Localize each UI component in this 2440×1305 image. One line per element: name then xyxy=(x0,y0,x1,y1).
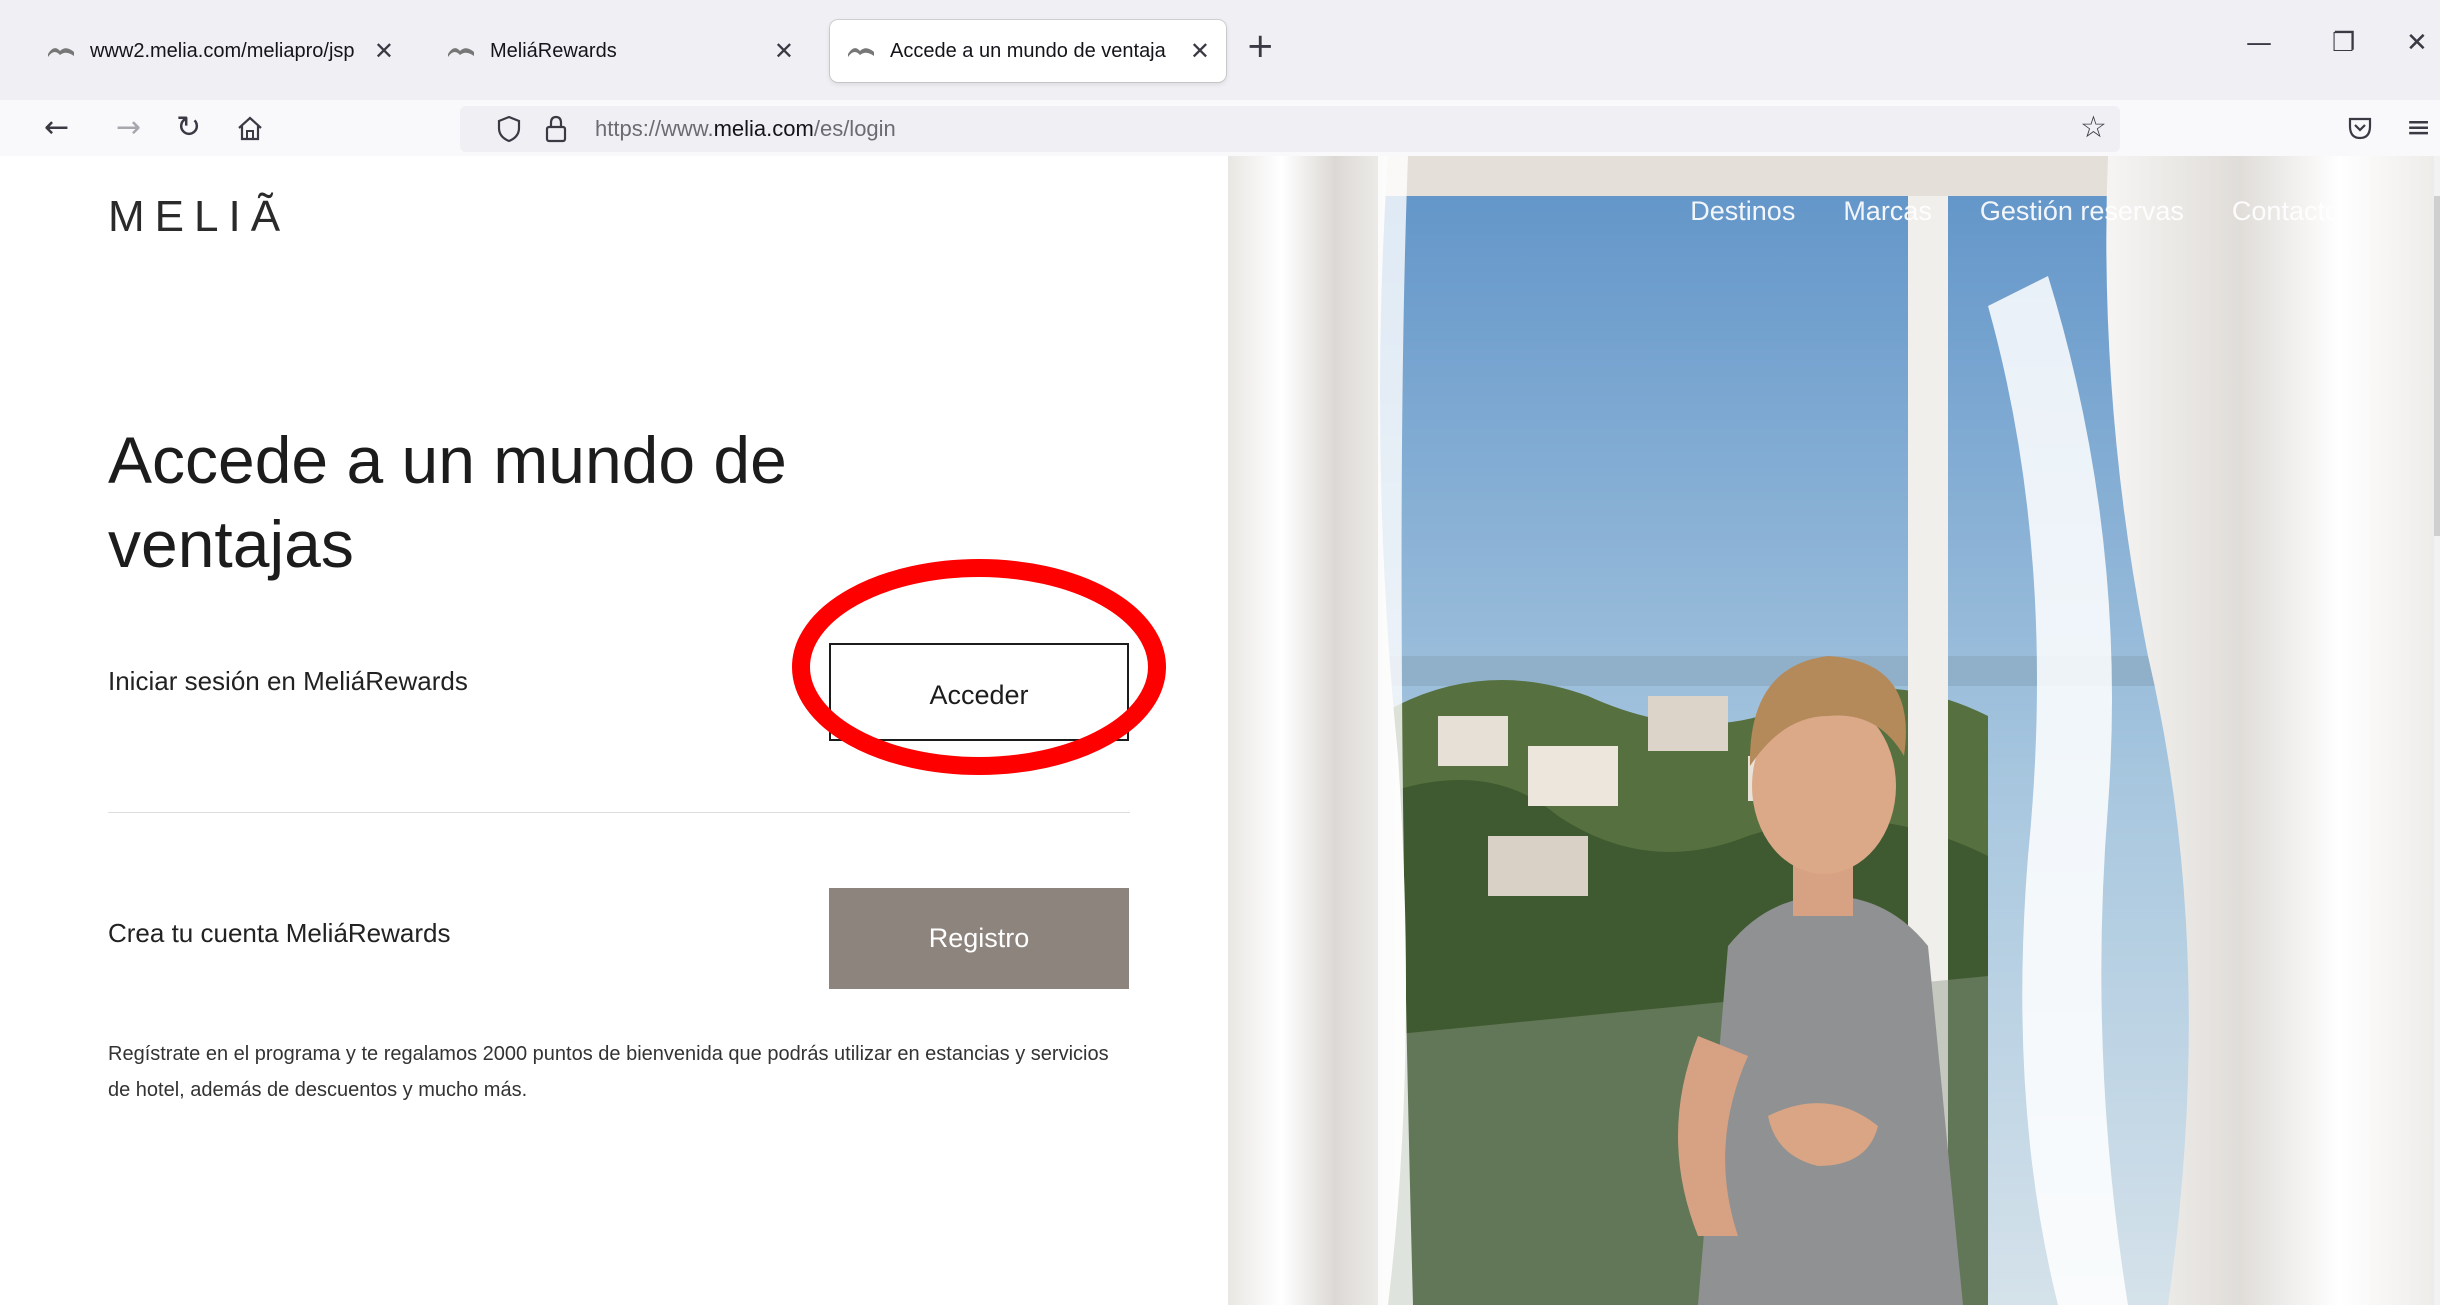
home-icon[interactable] xyxy=(236,115,264,143)
hamburger-menu-icon[interactable]: ≡ xyxy=(2406,108,2431,148)
page-scrollbar[interactable] xyxy=(2434,156,2440,1305)
tab-title: MeliáRewards xyxy=(490,39,617,62)
hero-image: Destinos Marcas Gestión reservas Contact… xyxy=(1228,156,2440,1305)
red-highlight-circle xyxy=(792,559,1166,775)
hero-photo-illustration xyxy=(1228,156,2440,1305)
scrollbar-thumb[interactable] xyxy=(2434,196,2440,536)
browser-tab-meliarewards[interactable]: MeliáRewards ✕ xyxy=(430,20,810,82)
tab-close-icon[interactable]: ✕ xyxy=(1190,37,1210,66)
shield-icon[interactable] xyxy=(496,115,522,143)
signin-label: Iniciar sesión en MeliáRewards xyxy=(108,666,468,696)
melia-logo[interactable]: MELIÃ xyxy=(108,192,290,242)
nav-link-destinos[interactable]: Destinos xyxy=(1690,196,1795,227)
back-arrow-icon[interactable]: ← xyxy=(44,108,69,148)
registro-button[interactable]: Registro xyxy=(829,888,1129,989)
melia-favicon-icon xyxy=(848,48,874,57)
pocket-icon[interactable] xyxy=(2346,114,2374,142)
new-tab-icon[interactable]: + xyxy=(1246,26,1275,66)
nav-link-contacto[interactable]: Contacto xyxy=(2232,196,2340,227)
tab-close-icon[interactable]: ✕ xyxy=(774,37,794,66)
url-host: melia.com xyxy=(713,116,814,141)
browser-tab-meliapro[interactable]: www2.melia.com/meliapro/jsp ✕ xyxy=(30,20,410,82)
tab-title: www2.melia.com/meliapro/jsp xyxy=(90,39,355,62)
url-scheme: https://www. xyxy=(595,116,714,141)
promo-text: Regístrate en el programa y te regalamos… xyxy=(108,1043,1109,1101)
browser-tab-login[interactable]: Accede a un mundo de ventaja ✕ xyxy=(830,20,1226,82)
close-window-icon[interactable]: ✕ xyxy=(2406,28,2428,58)
nav-link-marcas[interactable]: Marcas xyxy=(1843,196,1932,227)
forward-arrow-icon[interactable]: → xyxy=(116,108,141,148)
tab-close-icon[interactable]: ✕ xyxy=(374,37,394,66)
url-path: /es/login xyxy=(813,116,896,141)
login-page: MELIÃ Accede a un mundo de ventajas Inic… xyxy=(0,156,2440,1305)
melia-favicon-icon xyxy=(48,48,74,57)
register-label: Crea tu cuenta MeliáRewards xyxy=(108,918,451,948)
nav-link-gestion-reservas[interactable]: Gestión reservas xyxy=(1980,196,2184,227)
url-text[interactable]: https://www.melia.com/es/login xyxy=(595,116,896,142)
section-divider xyxy=(108,812,1130,813)
reload-icon[interactable]: ↻ xyxy=(176,108,201,148)
site-top-nav: Destinos Marcas Gestión reservas Contact… xyxy=(1690,196,2340,227)
restore-window-icon[interactable]: ❐ xyxy=(2332,28,2355,58)
address-bar[interactable]: https://www.melia.com/es/login ☆ xyxy=(460,106,2120,152)
melia-favicon-icon xyxy=(448,48,474,57)
minimize-window-icon[interactable]: — xyxy=(2246,28,2272,58)
bookmark-star-icon[interactable]: ☆ xyxy=(2080,110,2107,145)
browser-nav-bar: ← → ↻ https://www.melia.com/es/login ☆ ≡ xyxy=(0,100,2440,156)
tab-title: Accede a un mundo de ventaja xyxy=(890,39,1166,62)
lock-icon[interactable] xyxy=(544,114,568,144)
browser-tab-bar: www2.melia.com/meliapro/jsp ✕ MeliáRewar… xyxy=(0,0,2440,100)
